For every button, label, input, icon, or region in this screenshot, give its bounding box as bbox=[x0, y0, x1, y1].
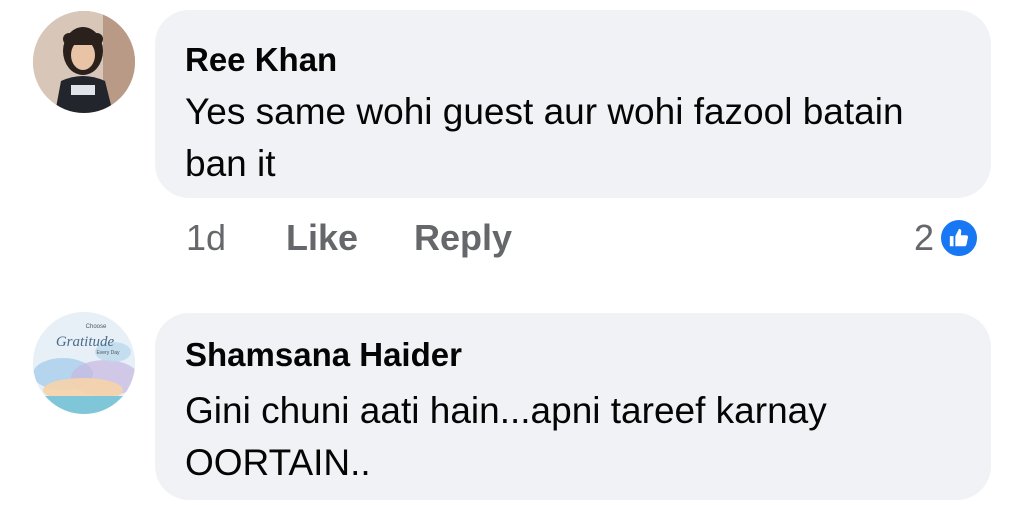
thumbs-up-icon bbox=[938, 217, 981, 259]
reaction-summary[interactable]: 2 bbox=[914, 214, 981, 262]
comment-text: Gini chuni aati hain...apni tareef karna… bbox=[185, 390, 827, 483]
gratitude-watercolor-avatar-icon: Choose Gratitude Every Day bbox=[33, 312, 135, 414]
comment-bubble: Shamsana Haider Gini chuni aati hain...a… bbox=[155, 313, 991, 500]
comment-ree-khan: Ree Khan Yes same wohi guest aur wohi fa… bbox=[0, 0, 1024, 290]
comment-timestamp[interactable]: 1d bbox=[186, 214, 226, 262]
comment-author[interactable]: Shamsana Haider bbox=[185, 335, 462, 375]
avatar-text-line3: Every Day bbox=[96, 350, 120, 356]
comment-text: Yes same wohi guest aur wohi fazool bata… bbox=[185, 91, 904, 184]
avatar-text-line1: Choose bbox=[86, 324, 107, 330]
reaction-count: 2 bbox=[914, 217, 935, 258]
comment-bubble: Ree Khan Yes same wohi guest aur wohi fa… bbox=[155, 10, 991, 198]
reply-button[interactable]: Reply bbox=[414, 214, 512, 262]
girl-photo-avatar-icon bbox=[33, 11, 135, 113]
comment-shamsana-haider: Choose Gratitude Every Day Shamsana Haid… bbox=[0, 300, 1024, 505]
avatar[interactable] bbox=[33, 11, 135, 113]
comment-author[interactable]: Ree Khan bbox=[185, 40, 337, 80]
avatar-text-line2: Gratitude bbox=[56, 334, 115, 350]
like-button[interactable]: Like bbox=[286, 214, 358, 262]
avatar[interactable]: Choose Gratitude Every Day bbox=[33, 312, 135, 414]
